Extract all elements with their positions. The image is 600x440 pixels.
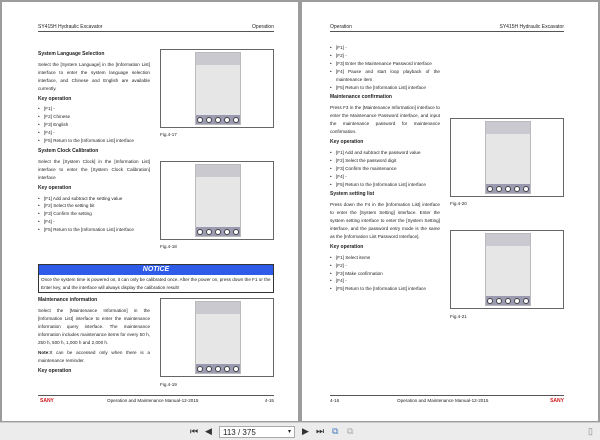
- figure-caption: Fig.4-17: [160, 132, 177, 137]
- first-page-icon[interactable]: ⏮: [190, 426, 198, 437]
- figure-maintenance-screen: [160, 298, 274, 377]
- list-item: [F4] -: [38, 218, 150, 226]
- notice-box: NOTICE Once the system time is powered o…: [38, 264, 274, 293]
- chevron-down-icon: ▾: [287, 429, 291, 435]
- key-list: [F1] Add and subtract the password value…: [330, 149, 440, 189]
- footer-title: Operation and Maintenance Manual-12-2015: [107, 398, 199, 403]
- left-text-column-2: Maintenance information Select the [Main…: [38, 294, 150, 378]
- fit-width-icon[interactable]: ⧉: [347, 426, 353, 437]
- previous-page-icon[interactable]: ◀: [205, 426, 212, 437]
- pdf-toolbar: ⏮ ◀ 113 / 375 ▾ ▶ ⏭ ⧉ ⧉ ▯: [0, 422, 600, 440]
- section-body: Select the [Maintenance Information] in …: [38, 307, 150, 345]
- footer-title: Operation and Maintenance Manual-12-2015: [397, 398, 489, 403]
- figure-caption: Fig.4-21: [450, 314, 467, 319]
- key-list: [F1] Add and subtract the setting value …: [38, 195, 150, 235]
- notice-title: NOTICE: [39, 265, 273, 275]
- key-list: [F1] Select items [F2] - [F3] Make confi…: [330, 254, 440, 294]
- page-header-title: SY415H Hydraulic Excavator: [38, 24, 103, 30]
- list-item: [F3] Confirm the setting: [38, 210, 150, 218]
- section-title: System Language Selection: [38, 51, 105, 57]
- list-item: [F4] -: [330, 277, 440, 285]
- list-item: [F1] Add and subtract the setting value: [38, 195, 150, 203]
- last-page-icon[interactable]: ⏭: [316, 426, 324, 437]
- page-number: 4-16: [330, 398, 340, 403]
- list-item: [F5] Return to the [Information List] in…: [330, 84, 440, 92]
- header-divider: [38, 31, 274, 32]
- list-item: [F1] -: [330, 44, 440, 52]
- list-item: [F3] Enter the Maintenance Password inte…: [330, 60, 440, 68]
- key-operation-heading: Key operation: [330, 243, 364, 250]
- section-title: System Clock Calibration: [38, 147, 99, 154]
- page-header-title: SY415H Hydraulic Excavator: [499, 24, 564, 30]
- list-item: [F1] Select items: [330, 254, 440, 262]
- figure-caption: Fig.4-19: [160, 382, 177, 387]
- list-item: [F3] Make confirmation: [330, 270, 440, 278]
- list-item: [F2] -: [330, 52, 440, 60]
- list-item: [F2] Select the setting bit: [38, 202, 150, 210]
- section-title: Maintenance information: [38, 297, 98, 303]
- key-operation-heading: Key operation: [330, 138, 364, 145]
- page-view-icon[interactable]: ▯: [588, 426, 593, 437]
- key-list: [F1] - [F2] - [F3] Enter the Maintenance…: [330, 44, 440, 91]
- key-operation-heading: Key operation: [38, 95, 72, 102]
- sany-logo: SANY: [550, 398, 564, 404]
- list-item: [F3] Confirm the maintenance: [330, 165, 440, 173]
- list-item: [F5] Return to the [Information List] in…: [38, 137, 150, 145]
- figure-language-screen: [160, 49, 274, 128]
- list-item: [F1] Add and subtract the password value: [330, 149, 440, 157]
- figure-caption: Fig.4-18: [160, 244, 177, 249]
- figure-caption: Fig.4-20: [450, 201, 467, 206]
- page-header-section: Operation: [252, 24, 274, 30]
- page-number: 4-15: [264, 398, 274, 403]
- section-title: System setting list: [330, 191, 375, 198]
- note-label: Note:: [38, 350, 50, 356]
- list-item: [F4] -: [330, 173, 440, 181]
- list-item: [F1] -: [38, 105, 150, 113]
- note: Note:It can be accessed only when there …: [38, 349, 150, 365]
- figure-system-setting-screen: [450, 230, 564, 309]
- sany-logo: SANY: [40, 398, 54, 404]
- right-text-column: [F1] - [F2] - [F3] Enter the Maintenance…: [330, 44, 440, 293]
- section-body: Press down the F4 in the [Information Li…: [330, 202, 440, 239]
- section-title: Maintenance confirmation: [330, 94, 392, 101]
- fit-page-icon[interactable]: ⧉: [332, 426, 338, 437]
- list-item: [F2] -: [330, 262, 440, 270]
- figure-password-screen: [450, 118, 564, 197]
- key-operation-heading: Key operation: [38, 184, 72, 191]
- list-item: [F5] Return to the [Information List] in…: [330, 181, 440, 189]
- pdf-page-right: Operation SY415H Hydraulic Excavator [F1…: [302, 2, 598, 421]
- notice-body: Once the system time is powered on, it c…: [41, 277, 271, 290]
- list-item: [F4] Pause and start loop playback of th…: [330, 68, 440, 84]
- section-body: Press F3 in the [Maintenance Information…: [330, 105, 440, 135]
- section-body: Select the [System Language] in the [Inf…: [38, 61, 150, 91]
- section-body: Select the [System Clock] in the [Inform…: [38, 158, 150, 180]
- key-operation-heading: Key operation: [38, 368, 72, 375]
- list-item: [F5] Return to the [Information List] in…: [38, 226, 150, 234]
- key-list: [F1] - [F2] Chinese [F3] English [F4] - …: [38, 105, 150, 145]
- header-divider: [330, 31, 564, 32]
- page-header-section: Operation: [330, 24, 352, 30]
- list-item: [F3] English: [38, 121, 150, 129]
- list-item: [F4] -: [38, 129, 150, 137]
- list-item: [F5] Return to the [Information List] in…: [330, 285, 440, 293]
- figure-clock-screen: [160, 161, 274, 240]
- left-text-column-1: System Language Selection Select the [Sy…: [38, 48, 150, 234]
- note-text: It can be accessed only when there is a …: [38, 350, 150, 364]
- page-display: 113 / 375: [223, 428, 256, 437]
- list-item: [F2] Chinese: [38, 113, 150, 121]
- page-number-select[interactable]: 113 / 375 ▾: [219, 426, 295, 438]
- footer-divider: [330, 395, 564, 396]
- pdf-page-left: SY415H Hydraulic Excavator Operation Sys…: [2, 2, 298, 421]
- list-item: [F2] Select the password digit: [330, 157, 440, 165]
- footer-divider: [38, 395, 274, 396]
- next-page-icon[interactable]: ▶: [302, 426, 309, 437]
